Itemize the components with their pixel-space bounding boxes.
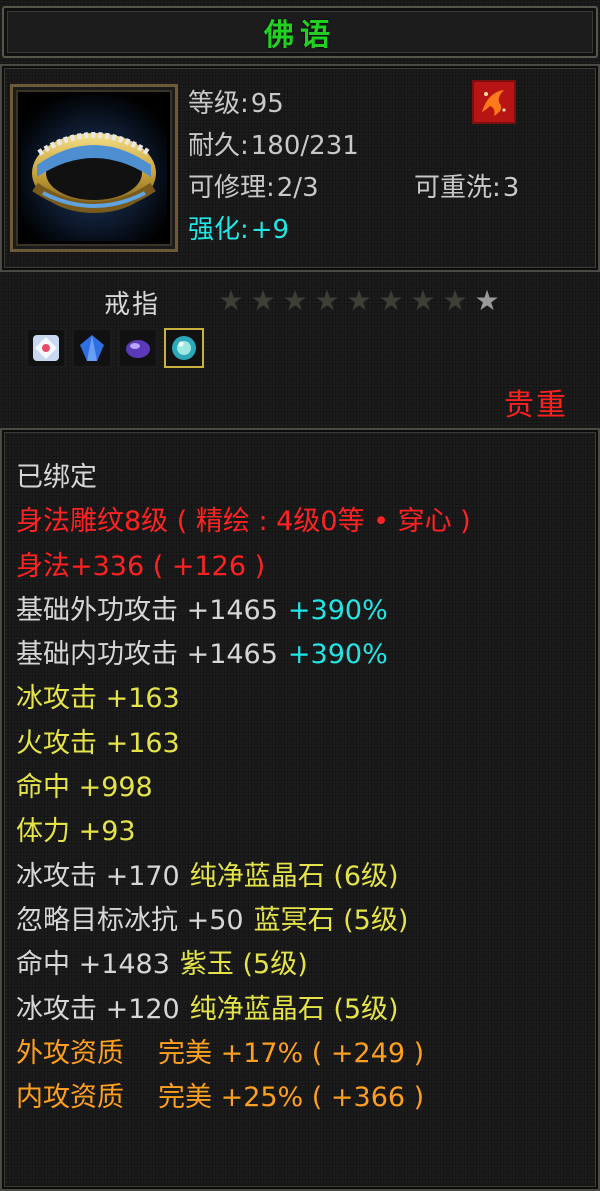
attribute-text: 紫玉 (5级) [179,949,308,981]
level-label: 等级: [188,89,249,119]
attribute-text: +390% [287,594,388,626]
star-icon: ★ [378,284,404,317]
attribute-row: 火攻击 +163 [16,722,471,766]
attribute-text: 外攻资质 [16,1037,124,1069]
attribute-row: 冰攻击 +120 纯净蓝晶石 (5级) [16,988,471,1032]
attribute-text: 命中 +998 [16,772,153,804]
gem-slot-1[interactable] [26,328,66,368]
attribute-row: 基础外功攻击 +1465 +390% [16,589,471,633]
star-rating: ★ ★ ★ ★ ★ ★ ★ ★ ★ [216,286,502,316]
rewash-row: 可重洗:3 [414,172,519,204]
repair-value: 2/3 [276,173,319,203]
attribute-row: 命中 +1483 紫玉 (5级) [16,943,471,987]
purple-jade-gem-icon [126,340,150,358]
item-type-label: 戒指 [104,290,161,320]
attribute-text: 纯净蓝晶石 (6级) [189,860,399,892]
attribute-text: 身法+336 ( +126 ) [16,550,266,582]
star-icon: ★ [218,284,244,317]
attribute-text: +390% [287,639,388,671]
star-icon: ★ [474,284,500,317]
star-icon: ★ [250,284,276,317]
gem-slot-4[interactable] [164,328,204,368]
attribute-text: 完美 +17% ( +249 ) [158,1037,425,1069]
gold-silver-ring-icon [21,95,167,241]
star-icon: ★ [442,284,468,317]
level-value: 95 [250,89,284,119]
enhance-row: 强化:+9 [188,214,289,246]
item-icon-slot[interactable] [10,84,178,252]
attribute-text: 冰攻击 +120 [16,993,180,1025]
attribute-text: 完美 +25% ( +366 ) [158,1082,425,1114]
attribute-text: 纯净蓝晶石 (5级) [189,993,399,1025]
attribute-text: 命中 +1483 [16,949,170,981]
rewash-value: 3 [502,173,520,203]
rarity-label: 贵重 [504,388,568,423]
attribute-row: 身法+336 ( +126 ) [16,545,471,589]
durability-value: 180/231 [250,131,359,161]
attribute-row: 已绑定 [16,456,471,500]
title-bar: 佛语 [2,6,598,58]
attribute-text: 蓝冥石 (5级) [253,904,409,936]
attribute-text: 冰攻击 +163 [16,683,180,715]
gem-slots [26,328,204,368]
level-row: 等级:95 [188,88,284,120]
attribute-row: 体力 +93 [16,810,471,854]
attribute-text: 基础内功攻击 +1465 [16,639,278,671]
attribute-row: 基础内功攻击 +1465 +390% [16,633,471,677]
attribute-text: 冰攻击 +170 [16,860,180,892]
attribute-text: 忽略目标冰抗 +50 [16,904,244,936]
attribute-list: 已绑定身法雕纹8级 ( 精绘 : 4级0等 • 穿心 ) 身法+336 ( +12… [16,456,471,1120]
attribute-row: 忽略目标冰抗 +50 蓝冥石 (5级) [16,899,471,943]
attribute-row: 内攻资质 完美 +25% ( +366 ) [16,1076,471,1120]
attribute-text: 身法雕纹8级 ( 精绘 : 4级0等 • 穿心 ) [16,506,471,538]
gem-slot-2[interactable] [72,328,112,368]
attribute-row: 冰攻击 +163 [16,677,471,721]
rewash-label: 可重洗: [414,173,501,203]
repair-row: 可修理:2/3 [188,172,319,204]
star-icon: ★ [346,284,372,317]
attribute-row: 身法雕纹8级 ( 精绘 : 4级0等 • 穿心 ) [16,500,471,544]
blue-crystal-gem-icon [80,335,104,361]
star-icon: ★ [282,284,308,317]
attribute-row: 命中 +998 [16,766,471,810]
red-class-emblem-icon[interactable] [472,80,516,124]
attribute-text: 体力 +93 [16,816,136,848]
enhance-label: 强化: [188,215,249,245]
star-icon: ★ [410,284,436,317]
attribute-row: 外攻资质 完美 +17% ( +249 ) [16,1032,471,1076]
enhance-value: +9 [250,215,290,245]
attribute-row: 冰攻击 +170 纯净蓝晶石 (6级) [16,855,471,899]
attribute-text: 内攻资质 [16,1082,124,1114]
star-icon: ★ [314,284,340,317]
white-crystal-gem-icon [33,335,59,361]
item-title: 佛语 [264,18,336,53]
durability-row: 耐久:180/231 [188,130,359,162]
repair-label: 可修理: [188,173,275,203]
attribute-text: 已绑定 [16,462,97,493]
attribute-text: 火攻击 +163 [16,727,180,759]
attribute-text: 基础外功攻击 +1465 [16,594,278,626]
gem-slot-3[interactable] [118,328,158,368]
durability-label: 耐久: [188,131,249,161]
cyan-orb-gem-icon [172,336,196,360]
